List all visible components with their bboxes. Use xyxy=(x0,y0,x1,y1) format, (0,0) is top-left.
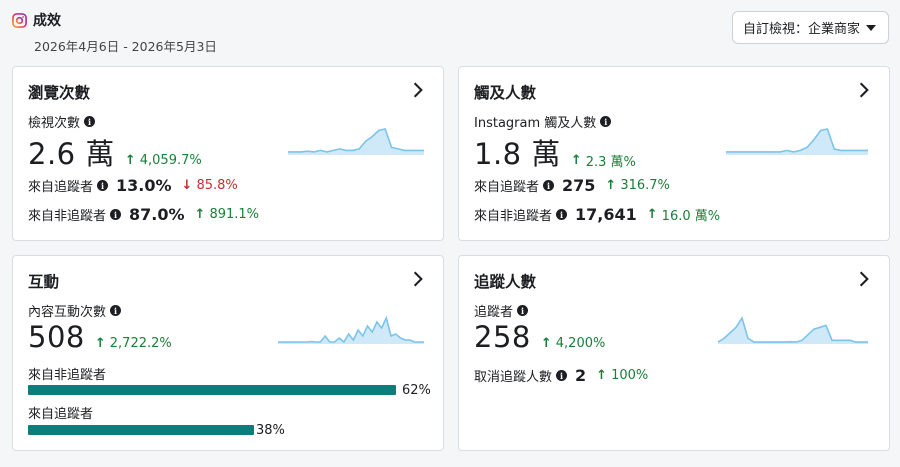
reach-card: 觸及人數 Instagram 觸及人數 i 1.8 萬 ↑ 2.3 萬% 來自追蹤… xyxy=(458,66,890,241)
chevron-right-icon[interactable] xyxy=(409,270,427,288)
stat-value: 13.0% xyxy=(116,176,172,195)
sparkline-area xyxy=(278,318,424,344)
metric-value-row: 1.8 萬 ↑ 2.3 萬% xyxy=(474,131,636,173)
card-title: 互動 xyxy=(28,273,60,291)
stat-delta: ↑ 16.0 萬% xyxy=(646,207,721,224)
non-followers-stat: 來自非追蹤者 i 17,641 ↑ 16.0 萬% xyxy=(474,205,721,224)
metric-label: Instagram 觸及人數 i xyxy=(474,112,612,131)
arrow-up-icon: ↑ xyxy=(194,207,206,222)
arrow-up-icon: ↑ xyxy=(124,153,136,168)
card-title: 瀏覽次數 xyxy=(28,84,91,102)
info-icon[interactable]: i xyxy=(110,305,122,316)
metric-label: 檢視次數 i xyxy=(28,112,96,131)
metric-value: 2.6 萬 xyxy=(28,137,115,171)
non-followers-stat: 來自非追蹤者 i 87.0% ↑ 891.1% xyxy=(28,205,260,224)
metric-value-row: 258 ↑ 4,200% xyxy=(474,320,605,354)
metric-value: 258 xyxy=(474,320,531,354)
info-icon[interactable]: i xyxy=(84,116,96,127)
card-title: 觸及人數 xyxy=(474,84,537,102)
chevron-right-icon[interactable] xyxy=(409,81,427,99)
metric-delta: ↑ 2.3 萬% xyxy=(570,153,636,170)
card-title: 追蹤人數 xyxy=(474,273,537,291)
info-icon[interactable]: i xyxy=(600,116,612,127)
arrow-up-icon: ↑ xyxy=(540,336,552,351)
sparkline xyxy=(717,316,868,344)
sparkline-line xyxy=(726,128,868,153)
arrow-up-icon: ↑ xyxy=(570,153,582,168)
arrow-up-icon: ↑ xyxy=(94,336,106,351)
sparkline-line xyxy=(288,128,424,153)
metric-label: 追蹤者 i xyxy=(474,301,529,320)
chevron-right-icon[interactable] xyxy=(855,81,873,99)
followers-bar xyxy=(28,425,396,435)
chevron-right-icon[interactable] xyxy=(855,270,873,288)
metric-delta: ↑ 4,200% xyxy=(540,336,606,351)
instagram-icon xyxy=(12,12,27,28)
metric-delta: ↑ 2,722.2% xyxy=(94,336,172,351)
followers-stat: 來自追蹤者 i 13.0% ↓ 85.8% xyxy=(28,176,238,195)
info-icon[interactable]: i xyxy=(556,370,568,381)
custom-view-dropdown[interactable]: 自訂檢視：企業商家 xyxy=(732,11,889,44)
info-icon[interactable]: i xyxy=(556,209,568,220)
sparkline xyxy=(288,128,424,155)
non-followers-bar xyxy=(28,385,396,395)
metric-value-row: 508 ↑ 2,722.2% xyxy=(28,320,172,354)
bar-percent: 62% xyxy=(402,383,431,398)
page-title: 成效 xyxy=(33,13,61,29)
bar-percent: 38% xyxy=(256,423,285,438)
metric-delta: ↑ 4,059.7% xyxy=(124,153,202,168)
info-icon[interactable]: i xyxy=(543,180,555,191)
stat-value: 17,641 xyxy=(575,205,637,224)
stat-delta: ↑ 891.1% xyxy=(194,207,260,222)
info-icon[interactable]: i xyxy=(97,180,109,191)
metric-value-row: 2.6 萬 ↑ 4,059.7% xyxy=(28,131,202,173)
bar-label: 來自非追蹤者 xyxy=(28,368,107,383)
stat-delta: ↑ 100% xyxy=(596,368,649,383)
arrow-up-icon: ↑ xyxy=(596,368,608,383)
arrow-up-icon: ↑ xyxy=(646,207,658,222)
followers-stat: 來自追蹤者 i 275 ↑ 316.7% xyxy=(474,176,670,195)
date-range: 2026年4月6日 - 2026年5月3日 xyxy=(34,39,217,54)
stat-value: 2 xyxy=(575,366,587,385)
followers-card: 追蹤人數 追蹤者 i 258 ↑ 4,200% 取消追蹤人數 i 2 ↑ 100% xyxy=(458,255,890,451)
info-icon[interactable]: i xyxy=(110,209,122,220)
arrow-up-icon: ↑ xyxy=(605,178,617,193)
dropdown-label: 自訂檢視：企業商家 xyxy=(743,22,861,37)
caret-down-icon xyxy=(866,24,876,31)
stat-value: 87.0% xyxy=(129,205,185,224)
metric-value: 1.8 萬 xyxy=(474,137,561,171)
unfollow-stat: 取消追蹤人數 i 2 ↑ 100% xyxy=(474,366,649,385)
stat-delta: ↓ 85.8% xyxy=(181,178,238,193)
page-header: 成效 2026年4月6日 - 2026年5月3日 xyxy=(12,10,217,55)
engagement-card: 互動 內容互動次數 i 508 ↑ 2,722.2% 來自非追蹤者 62% 來自追… xyxy=(12,255,444,451)
bar-label: 來自追蹤者 xyxy=(28,407,94,422)
stat-delta: ↑ 316.7% xyxy=(605,178,670,193)
arrow-down-icon: ↓ xyxy=(181,178,193,193)
metric-label: 內容互動次數 i xyxy=(28,301,122,320)
sparkline xyxy=(726,128,868,155)
stat-value: 275 xyxy=(562,176,596,195)
info-icon[interactable]: i xyxy=(517,305,529,316)
metric-value: 508 xyxy=(28,320,85,354)
views-card: 瀏覽次數 檢視次數 i 2.6 萬 ↑ 4,059.7% 來自追蹤者 i 13.0… xyxy=(12,66,444,241)
sparkline xyxy=(278,315,424,344)
